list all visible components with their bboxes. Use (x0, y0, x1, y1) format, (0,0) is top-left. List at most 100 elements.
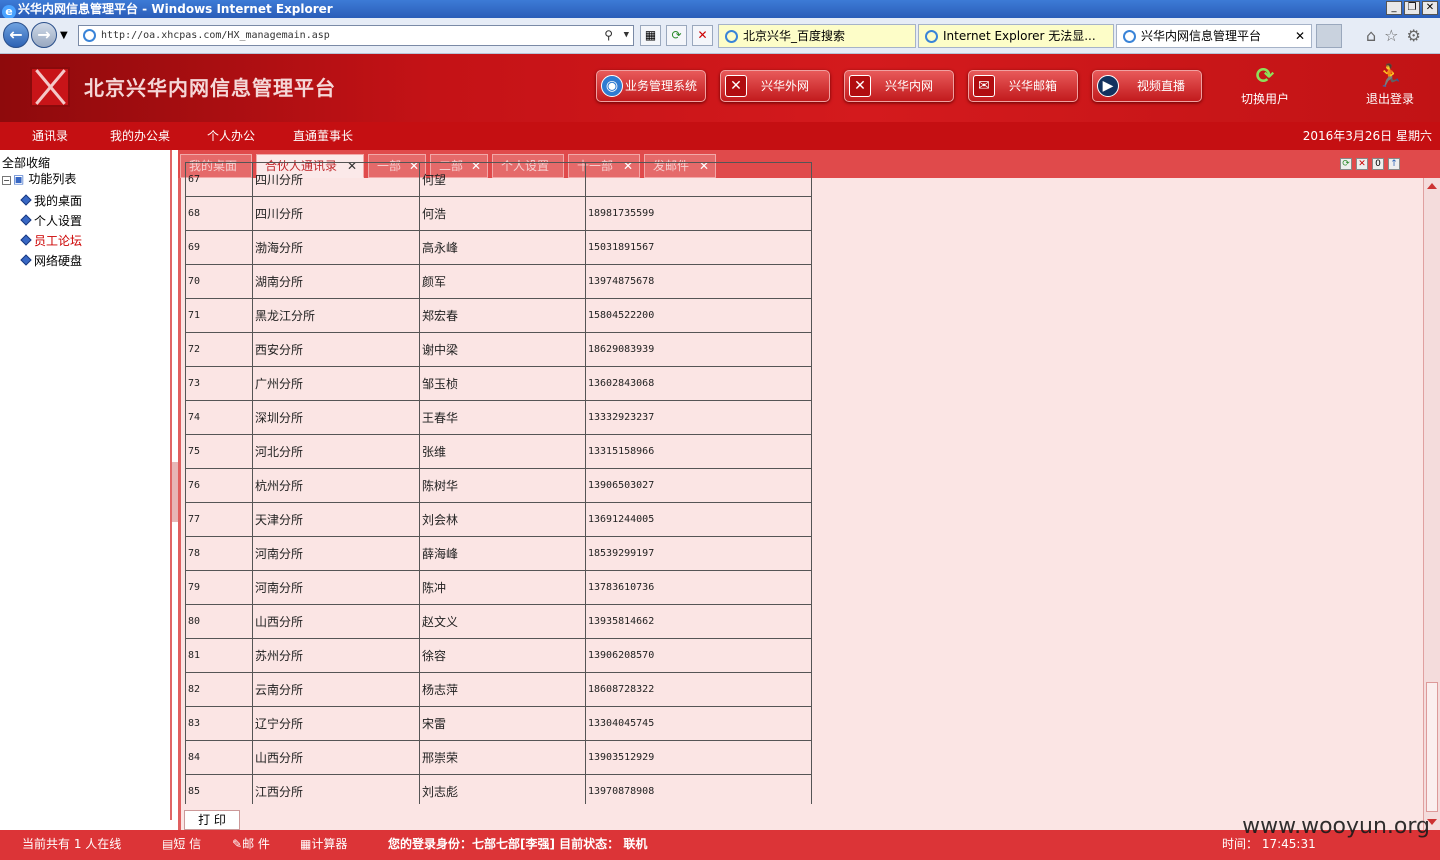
table-cell-branch: 河北分所 (252, 434, 420, 469)
table-cell-branch: 江西分所 (252, 774, 420, 804)
table-cell-num: 78 (185, 536, 253, 571)
table-cell-num: 70 (185, 264, 253, 299)
table-cell-num: 80 (185, 604, 253, 639)
close-all-tabs-icon[interactable]: ✕ (1356, 158, 1368, 170)
diamond-icon (20, 194, 32, 206)
vertical-scrollbar[interactable] (1423, 178, 1440, 830)
menu-item-office-desk[interactable]: 我的办公桌 (110, 122, 170, 150)
table-cell-branch: 四川分所 (252, 196, 420, 231)
business-system-button[interactable]: ◉ 业务管理系统 (596, 70, 706, 102)
table-cell-num: 72 (185, 332, 253, 367)
menu-item-contacts[interactable]: 通讯录 (32, 122, 68, 150)
table-cell-phone: 13903512929 (585, 740, 812, 775)
scrollbar-thumb[interactable] (1426, 682, 1438, 812)
table-cell-phone: 18629083939 (585, 332, 812, 367)
collapse-minus-icon[interactable]: − (2, 176, 11, 185)
history-dropdown-icon[interactable]: ▼ (60, 30, 68, 41)
video-live-button[interactable]: ▶ 视频直播 (1092, 70, 1202, 102)
switch-user-button[interactable]: ⟳ 切换用户 (1235, 64, 1295, 107)
table-cell-name: 赵文义 (419, 604, 586, 639)
mail-link[interactable]: ✎邮 件 (232, 830, 270, 858)
logout-button[interactable]: 🏃 退出登录 (1360, 64, 1420, 107)
table-cell-branch: 山西分所 (252, 740, 420, 775)
browser-tab[interactable]: Internet Explorer 无法显... (918, 24, 1114, 48)
mailbox-button[interactable]: ✉ 兴华邮箱 (968, 70, 1078, 102)
table-cell-phone (585, 162, 812, 197)
table-cell-name: 刘会林 (419, 502, 586, 537)
table-row: 72 西安分所 谢中梁 18629083939 (185, 332, 812, 367)
browser-tab-active[interactable]: 兴华内网信息管理平台 ✕ (1116, 24, 1312, 48)
restore-icon[interactable]: ❐ (1404, 1, 1420, 15)
diamond-icon (20, 234, 32, 246)
tab-counter-icon[interactable]: 0 (1372, 158, 1384, 170)
xinghua-logo-icon (30, 67, 70, 107)
table-row: 77 天津分所 刘会林 13691244005 (185, 502, 812, 537)
sidebar-item-my-desktop[interactable]: 我的桌面 (20, 192, 82, 209)
tab-up-icon[interactable]: ↑ (1388, 158, 1400, 170)
new-tab-button[interactable] (1316, 24, 1342, 48)
sms-link[interactable]: ▤短 信 (162, 830, 201, 858)
collapse-all-link[interactable]: 全部收缩 (2, 154, 50, 171)
login-identity: 您的登录身份：七部七部[李强] 目前状态： 联机 (388, 837, 648, 851)
watermark: www.wooyun.org (1242, 814, 1430, 839)
table-cell-branch: 云南分所 (252, 672, 420, 707)
print-button[interactable]: 打 印 (184, 810, 240, 830)
table-cell-num: 82 (185, 672, 253, 707)
table-cell-phone: 18608728322 (585, 672, 812, 707)
settings-gear-icon[interactable]: ⚙ (1407, 26, 1421, 45)
window-title-bar: e 兴华内网信息管理平台 - Windows Internet Explorer (0, 0, 1440, 19)
table-cell-num: 74 (185, 400, 253, 435)
table-cell-num: 84 (185, 740, 253, 775)
table-cell-num: 68 (185, 196, 253, 231)
table-cell-phone: 13602843068 (585, 366, 812, 401)
sidebar-item-forum[interactable]: 员工论坛 (20, 232, 82, 249)
table-row: 83 辽宁分所 宋雷 13304045745 (185, 706, 812, 741)
ie-logo-icon: e (2, 5, 16, 19)
table-cell-name: 何望 (419, 162, 586, 197)
refresh-tab-icon[interactable]: ⟳ (1340, 158, 1352, 170)
refresh-icon[interactable]: ⟳ (666, 25, 687, 46)
minimize-icon[interactable]: _ (1386, 1, 1402, 15)
function-tree-root[interactable]: − ▣ 功能列表 (2, 170, 76, 187)
site-title: 北京兴华内网信息管理平台 (84, 76, 336, 100)
content-area: 67 四川分所 何望 68 四川分所 何浩 18981735599 69 渤海分所 高永峰 1503… (178, 162, 1423, 830)
close-tab-icon[interactable]: ✕ (1295, 25, 1305, 47)
back-arrow-icon[interactable]: ← (3, 22, 29, 48)
scroll-up-icon[interactable] (1427, 183, 1437, 189)
contacts-table-viewport: 67 四川分所 何望 68 四川分所 何浩 18981735599 69 渤海分所 高永峰 1503… (185, 162, 813, 804)
sidebar-item-net-disk[interactable]: 网络硬盘 (20, 252, 82, 269)
diamond-icon (20, 214, 32, 226)
calculator-link[interactable]: ▦计算器 (300, 830, 347, 858)
table-cell-name: 何浩 (419, 196, 586, 231)
table-cell-name: 杨志萍 (419, 672, 586, 707)
menu-item-personal-office[interactable]: 个人办公 (207, 122, 255, 150)
table-row: 79 河南分所 陈冲 13783610736 (185, 570, 812, 605)
external-site-button[interactable]: ✕ 兴华外网 (720, 70, 830, 102)
address-input[interactable]: http://oa.xhcpas.com/HX_managemain.asp ⚲… (78, 25, 634, 46)
home-icon[interactable]: ⌂ (1366, 26, 1376, 45)
close-window-icon[interactable]: ✕ (1422, 1, 1438, 15)
table-row: 68 四川分所 何浩 18981735599 (185, 196, 812, 231)
table-row: 69 渤海分所 高永峰 15031891567 (185, 230, 812, 265)
table-cell-num: 75 (185, 434, 253, 469)
table-cell-branch: 四川分所 (252, 162, 420, 197)
table-cell-name: 邹玉桢 (419, 366, 586, 401)
address-dropdown-icon[interactable]: ▼ (624, 26, 629, 45)
table-cell-name: 陈冲 (419, 570, 586, 605)
table-row: 70 湖南分所 颜军 13974875678 (185, 264, 812, 299)
stop-icon[interactable]: ✕ (692, 25, 713, 46)
search-icon[interactable]: ⚲ (604, 26, 613, 45)
menu-item-chairman[interactable]: 直通董事长 (293, 122, 353, 150)
sidebar-item-personal-settings[interactable]: 个人设置 (20, 212, 82, 229)
table-cell-name: 颜军 (419, 264, 586, 299)
window-title: 兴华内网信息管理平台 - Windows Internet Explorer (18, 2, 333, 16)
table-row: 84 山西分所 邢崇荣 13903512929 (185, 740, 812, 775)
mail-edit-icon: ✎ (232, 837, 243, 851)
table-cell-num: 83 (185, 706, 253, 741)
forward-arrow-icon[interactable]: → (31, 22, 57, 48)
intranet-button[interactable]: ✕ 兴华内网 (844, 70, 954, 102)
status-bar: 当前共有 1 人在线 ▤短 信 ✎邮 件 ▦计算器 您的登录身份：七部七部[李强… (0, 830, 1440, 860)
favorites-star-icon[interactable]: ☆ (1384, 26, 1398, 45)
browser-tab[interactable]: 北京兴华_百度搜索 (718, 24, 916, 48)
compat-view-icon[interactable]: ▦ (640, 25, 661, 46)
